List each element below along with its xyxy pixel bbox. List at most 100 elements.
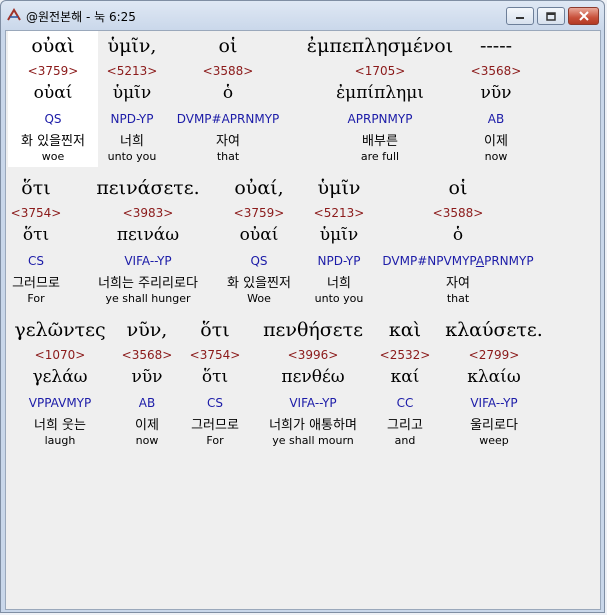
- korean-gloss: 화 있을찐저: [21, 134, 85, 149]
- lemma: ὑμῖν: [112, 83, 152, 103]
- english-gloss: ye shall mourn: [272, 434, 354, 447]
- word-cell[interactable]: ὅτι <3754> ὅτι CS 그러므로 For: [8, 173, 64, 309]
- korean-gloss: 그리고: [387, 418, 423, 433]
- word-cell[interactable]: νῦν, <3568> νῦν AB 이제 now: [120, 315, 174, 451]
- word-cell[interactable]: οἱ <3588> ὁ DVMP#NPVMYPAPRNMYP 자여 that: [372, 173, 544, 309]
- word-cell[interactable]: οὐαὶ <3759> οὐαί QS 화 있을찐저 woe: [8, 31, 98, 167]
- korean-gloss: 너희: [120, 134, 144, 149]
- word-cell[interactable]: πεινάσετε. <3983> πεινάω VIFA--YP 너희는 주리…: [82, 173, 214, 309]
- word-cell[interactable]: ὅτι <3754> ὅτι CS 그러므로 For: [182, 315, 248, 451]
- morph-code: QS: [44, 112, 62, 126]
- strong-number: <3759>: [233, 206, 285, 220]
- greek-word: οἱ: [218, 35, 238, 57]
- morph-code: QS: [250, 254, 268, 268]
- word-cell[interactable]: πενθήσετε <3996> πενθέω VIFA--YP 너희가 애통하…: [254, 315, 372, 451]
- korean-gloss: 그러므로: [191, 418, 239, 433]
- minimize-button[interactable]: [506, 7, 534, 25]
- greek-word: νῦν,: [126, 319, 168, 341]
- strong-number: <1070>: [34, 348, 86, 362]
- word-cell[interactable]: κλαύσετε. <2799> κλαίω VIFA--YP 울리로다 wee…: [438, 315, 550, 451]
- strong-number: <3754>: [189, 348, 241, 362]
- strong-number: <3983>: [122, 206, 174, 220]
- word-cell[interactable]: οὐαί, <3759> οὐαί QS 화 있을찐저 Woe: [218, 173, 300, 309]
- word-cell[interactable]: ὑμῖν, <5213> ὑμῖν NPD-YP 너희 unto you: [98, 31, 166, 167]
- english-gloss: laugh: [44, 434, 76, 447]
- lemma: καί: [390, 367, 420, 387]
- strong-number: <3568>: [121, 348, 173, 362]
- morph-code: APRPNMYP: [347, 112, 413, 126]
- title-bar[interactable]: @원전본해 - 눅 6:25: [1, 1, 604, 29]
- greek-word: -----: [479, 35, 513, 57]
- english-gloss: Woe: [247, 292, 271, 305]
- english-gloss: weep: [479, 434, 509, 447]
- word-cell[interactable]: ----- <3568> νῦν AB 이제 now: [470, 31, 522, 167]
- morph-code: VIFA--YP: [289, 396, 337, 410]
- lemma: οὐαί: [33, 83, 73, 103]
- lemma: ὅτι: [201, 367, 229, 387]
- lemma: νῦν: [480, 83, 512, 103]
- morph-code: CS: [207, 396, 223, 410]
- korean-gloss: 너희는 주리리로다: [98, 276, 198, 291]
- close-button[interactable]: [568, 7, 599, 25]
- english-gloss: that: [446, 292, 470, 305]
- strong-number: <3568>: [470, 64, 522, 78]
- word-cell[interactable]: οἱ <3588> ὁ DVMP#APRNMYP 자여 that: [166, 31, 290, 167]
- morph-code: NPD-YP: [110, 112, 154, 126]
- lemma: ἐμπίπλημι: [336, 83, 424, 103]
- maximize-icon: [546, 11, 556, 21]
- close-icon: [578, 11, 589, 21]
- korean-gloss: 울리로다: [470, 418, 518, 433]
- greek-word: πενθήσετε: [263, 319, 363, 341]
- morph-code: NPD-YP: [317, 254, 361, 268]
- english-gloss: For: [27, 292, 45, 305]
- greek-word: ἐμπεπλησμένοι: [306, 35, 454, 57]
- strong-number: <3754>: [10, 206, 62, 220]
- korean-gloss: 이제: [135, 418, 159, 433]
- lemma: πενθέω: [281, 367, 345, 387]
- korean-gloss: 너희 웃는: [34, 418, 86, 433]
- morph-code: CS: [28, 254, 44, 268]
- morph-code: CC: [396, 396, 414, 410]
- strong-number: <3588>: [202, 64, 254, 78]
- english-gloss: and: [394, 434, 416, 447]
- strong-number: <5213>: [106, 64, 158, 78]
- korean-gloss: 그러므로: [12, 276, 60, 291]
- word-cell[interactable]: καὶ <2532> καί CC 그리고 and: [378, 315, 432, 451]
- korean-gloss: 자여: [446, 276, 470, 291]
- korean-gloss: 이제: [484, 134, 508, 149]
- lemma: κλαίω: [467, 367, 521, 387]
- morph-code: VIFA--YP: [470, 396, 518, 410]
- morph-code: VIFA--YP: [124, 254, 172, 268]
- greek-word: ὑμῖν: [317, 177, 361, 199]
- minimize-icon: [516, 17, 524, 19]
- english-gloss: unto you: [107, 150, 157, 163]
- word-cell[interactable]: γελῶντες <1070> γελάω VPPAVMYP 너희 웃는 lau…: [8, 315, 112, 451]
- lemma: ὑμῖν: [319, 225, 359, 245]
- lemma: οὐαί: [239, 225, 279, 245]
- morph-code-part: A: [475, 254, 485, 268]
- app-icon: [7, 8, 21, 21]
- greek-word: κλαύσετε.: [445, 319, 543, 341]
- word-cell[interactable]: ὑμῖν <5213> ὑμῖν NPD-YP 너희 unto you: [308, 173, 370, 309]
- morph-code: DVMP#APRNMYP: [176, 112, 280, 126]
- lemma: ὁ: [222, 83, 234, 103]
- strong-number: <3588>: [432, 206, 484, 220]
- lemma: ὅτι: [22, 225, 50, 245]
- korean-gloss: 너희: [327, 276, 351, 291]
- english-gloss: now: [484, 150, 508, 163]
- greek-word: καὶ: [388, 319, 422, 341]
- greek-word: ὅτι: [200, 319, 230, 341]
- greek-word: ὑμῖν,: [107, 35, 157, 57]
- english-gloss: woe: [41, 150, 65, 163]
- morph-code-part: DVMP#NPVMYP: [382, 254, 476, 268]
- lemma: ὁ: [452, 225, 464, 245]
- morph-code: AB: [138, 396, 156, 410]
- window-title: @원전본해 - 눅 6:25: [26, 10, 136, 24]
- maximize-button[interactable]: [537, 7, 565, 25]
- english-gloss: unto you: [314, 292, 364, 305]
- strong-number: <2799>: [468, 348, 520, 362]
- morph-code: AB: [487, 112, 505, 126]
- lemma: γελάω: [32, 367, 88, 387]
- word-cell[interactable]: ἐμπεπλησμένοι <1705> ἐμπίπλημι APRPNMYP …: [290, 31, 470, 167]
- korean-gloss: 화 있을찐저: [227, 276, 291, 291]
